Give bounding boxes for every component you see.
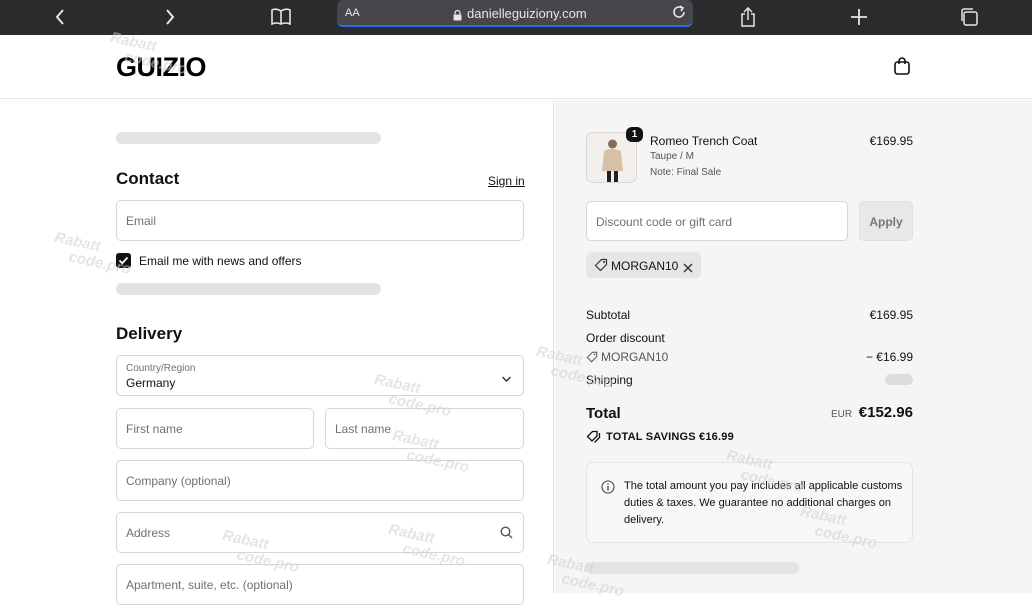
currency-label: EUR (831, 409, 853, 420)
company-placeholder: Company (optional) (126, 474, 231, 488)
loading-placeholder (116, 283, 381, 295)
discount-placeholder: Discount code or gift card (596, 215, 733, 229)
chevron-down-icon (501, 370, 512, 388)
tag-icon (586, 350, 598, 368)
lock-icon (453, 8, 462, 26)
product-name: Romeo Trench Coat (650, 134, 758, 148)
shipping-loading-placeholder (885, 374, 913, 385)
savings-tag-icon (586, 430, 601, 448)
applied-discount-code: MORGAN10 (611, 259, 679, 273)
sign-in-link[interactable]: Sign in (488, 174, 525, 188)
first-name-placeholder: First name (126, 422, 183, 436)
apartment-placeholder: Apartment, suite, etc. (optional) (126, 578, 293, 592)
remove-discount-icon[interactable] (683, 260, 693, 278)
duties-notice: The total amount you pay includes all ap… (586, 462, 913, 543)
address-placeholder: Address (126, 526, 171, 540)
newsletter-checkbox[interactable] (116, 253, 131, 268)
store-header: GUIZIO (0, 35, 1032, 99)
discount-code-field[interactable]: Discount code or gift card (586, 201, 848, 241)
discount-value: − €16.99 (865, 350, 913, 364)
address-bar[interactable]: AA danielleguiziony.com (337, 0, 693, 27)
total-savings: TOTAL SAVINGS €16.99 (606, 431, 734, 443)
browser-toolbar: AA danielleguiziony.com (0, 0, 1032, 35)
checkout-form: Contact Sign in Email Email me with news… (0, 100, 554, 605)
bookmarks-icon[interactable] (268, 4, 294, 30)
last-name-placeholder: Last name (335, 422, 392, 436)
product-variant: Taupe / M (650, 151, 694, 162)
apply-button[interactable]: Apply (859, 201, 913, 241)
duties-notice-text: The total amount you pay includes all ap… (624, 480, 903, 526)
url-text: danielleguiziony.com (467, 6, 587, 21)
loading-placeholder (586, 562, 799, 574)
shipping-label: Shipping (586, 373, 633, 387)
info-icon (601, 480, 615, 499)
subtotal-value: €169.95 (869, 308, 913, 322)
tabs-icon[interactable] (956, 4, 982, 30)
country-value: Germany (126, 376, 176, 390)
store-logo[interactable]: GUIZIO (116, 52, 207, 83)
shopping-bag-icon[interactable] (893, 57, 911, 80)
newsletter-label: Email me with news and offers (139, 254, 302, 268)
subtotal-label: Subtotal (586, 308, 631, 322)
product-price: €169.95 (869, 134, 913, 148)
text-size-button[interactable]: AA (345, 7, 360, 19)
product-note: Note: Final Sale (650, 167, 722, 178)
check-icon (118, 256, 129, 265)
delivery-heading: Delivery (116, 324, 183, 343)
share-icon[interactable] (735, 4, 761, 30)
order-summary: 1 Romeo Trench Coat Taupe / M Note: Fina… (555, 100, 1032, 593)
address-field[interactable]: Address (116, 512, 524, 553)
country-label: Country/Region (126, 363, 196, 374)
applied-discount-chip: MORGAN10 (586, 252, 701, 278)
new-tab-icon[interactable] (846, 4, 872, 30)
company-field[interactable]: Company (optional) (116, 460, 524, 501)
total-label: Total (586, 405, 621, 422)
email-field[interactable]: Email (116, 200, 524, 241)
back-icon[interactable] (47, 4, 73, 30)
reload-icon[interactable] (671, 4, 687, 25)
country-select[interactable]: Country/Region Germany (116, 355, 524, 396)
email-placeholder: Email (126, 214, 157, 228)
first-name-field[interactable]: First name (116, 408, 314, 449)
order-discount-label: Order discount (586, 331, 665, 345)
tag-icon (594, 258, 608, 277)
loading-placeholder (116, 132, 381, 144)
last-name-field[interactable]: Last name (325, 408, 524, 449)
quantity-badge: 1 (626, 127, 643, 142)
total-value: €152.96 (858, 404, 913, 421)
discount-code-label: MORGAN10 (601, 350, 669, 364)
apartment-field[interactable]: Apartment, suite, etc. (optional) (116, 564, 524, 605)
forward-icon[interactable] (157, 4, 183, 30)
search-icon (500, 526, 513, 544)
contact-heading: Contact (116, 169, 180, 188)
